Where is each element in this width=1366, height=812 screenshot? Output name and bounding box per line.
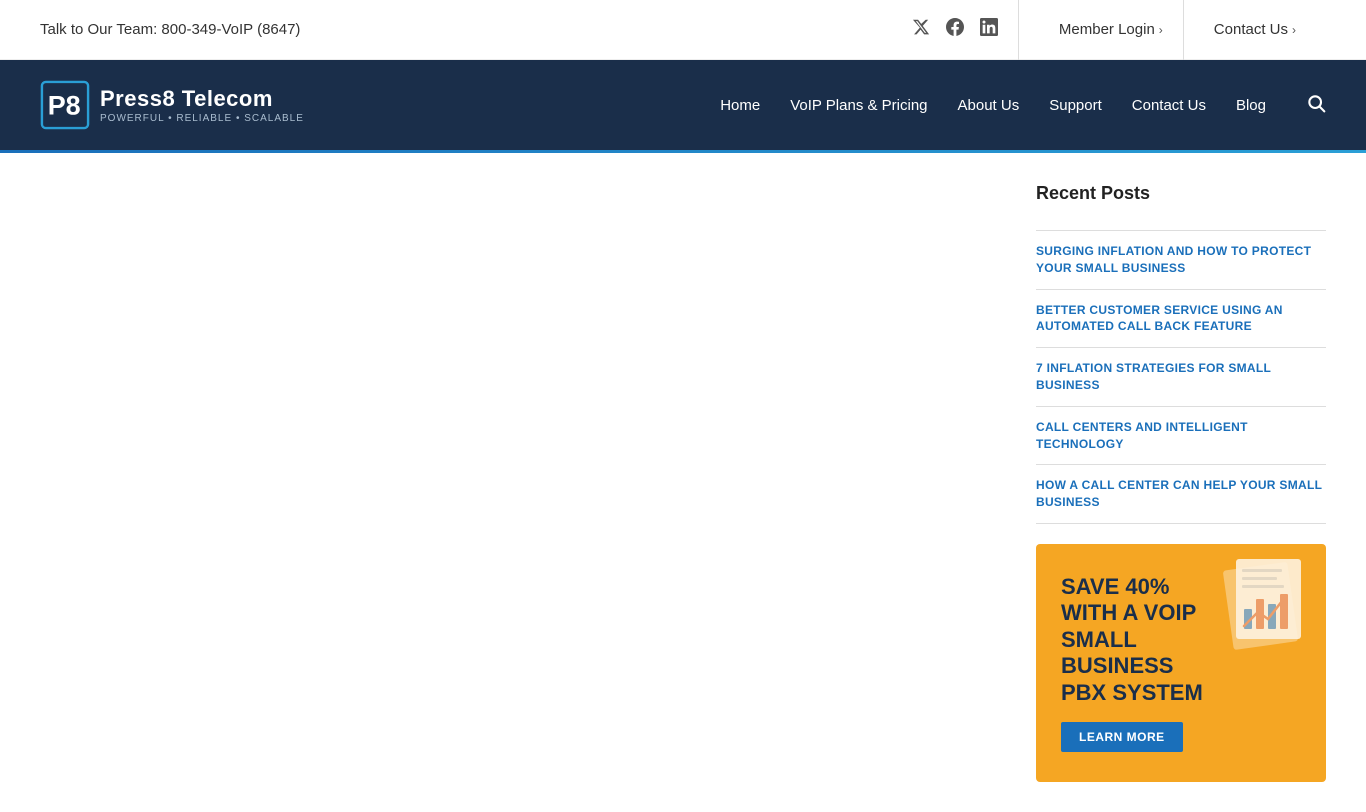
sidebar: Recent Posts SURGING INFLATION AND HOW T…	[1036, 183, 1326, 782]
nav-contact-us[interactable]: Contact Us	[1132, 97, 1206, 114]
divider-social	[1018, 0, 1019, 60]
recent-posts-title: Recent Posts	[1036, 183, 1326, 212]
nav-header: P8 Press8 Telecom POWERFUL • RELIABLE • …	[0, 60, 1366, 150]
top-bar: Talk to Our Team: 800-349-VoIP (8647) Me…	[0, 0, 1366, 60]
list-item: BETTER CUSTOMER SERVICE USING AN AUTOMAT…	[1036, 290, 1326, 349]
linkedin-icon[interactable]	[980, 18, 998, 41]
ad-banner-text: SAVE 40% WITH A VOIP SMALL BUSINESS PBX …	[1061, 574, 1217, 706]
member-login-button[interactable]: Member Login ›	[1039, 21, 1183, 38]
contact-us-top-label: Contact Us	[1214, 21, 1288, 38]
logo-telecom: Telecom	[182, 86, 273, 111]
list-item: 7 INFLATION STRATEGIES FOR SMALL BUSINES…	[1036, 348, 1326, 407]
recent-post-link-3[interactable]: 7 INFLATION STRATEGIES FOR SMALL BUSINES…	[1036, 360, 1326, 394]
recent-posts-list: SURGING INFLATION AND HOW TO PROTECT YOU…	[1036, 230, 1326, 524]
nav-about-us[interactable]: About Us	[958, 97, 1020, 114]
member-login-label: Member Login	[1059, 21, 1155, 38]
recent-post-link-4[interactable]: CALL CENTERS AND INTELLIGENT TECHNOLOGY	[1036, 419, 1326, 453]
recent-post-link-2[interactable]: BETTER CUSTOMER SERVICE USING AN AUTOMAT…	[1036, 302, 1326, 336]
ad-learn-more-button[interactable]: LEARN MORE	[1061, 722, 1183, 752]
content-left	[40, 183, 996, 782]
top-bar-right: Member Login › Contact Us ›	[912, 0, 1326, 60]
logo-brand: Press8 Telecom	[100, 86, 304, 112]
contact-us-top-button[interactable]: Contact Us ›	[1184, 21, 1326, 38]
logo-icon: P8	[40, 80, 90, 130]
contact-us-chevron: ›	[1292, 23, 1296, 37]
facebook-icon[interactable]	[946, 18, 964, 41]
nav-links: Home VoIP Plans & Pricing About Us Suppo…	[720, 93, 1326, 118]
nav-voip-plans[interactable]: VoIP Plans & Pricing	[790, 97, 927, 114]
ad-decoration	[1206, 554, 1316, 689]
list-item: CALL CENTERS AND INTELLIGENT TECHNOLOGY	[1036, 407, 1326, 466]
ad-banner: SAVE 40% WITH A VOIP SMALL BUSINESS PBX …	[1036, 544, 1326, 782]
phone-text: Talk to Our Team: 800-349-VoIP (8647)	[40, 21, 300, 38]
logo-tagline: POWERFUL • RELIABLE • SCALABLE	[100, 113, 304, 124]
recent-post-link-5[interactable]: HOW A CALL CENTER CAN HELP YOUR SMALL BU…	[1036, 477, 1326, 511]
search-icon[interactable]	[1306, 93, 1326, 118]
social-icons	[912, 18, 998, 41]
logo[interactable]: P8 Press8 Telecom POWERFUL • RELIABLE • …	[40, 80, 304, 130]
logo-text: Press8 Telecom POWERFUL • RELIABLE • SCA…	[100, 86, 304, 123]
list-item: SURGING INFLATION AND HOW TO PROTECT YOU…	[1036, 231, 1326, 290]
logo-press8: Press8	[100, 86, 182, 111]
main-content: Recent Posts SURGING INFLATION AND HOW T…	[0, 153, 1366, 812]
nav-home[interactable]: Home	[720, 97, 760, 114]
svg-text:P8: P8	[48, 91, 81, 121]
nav-support[interactable]: Support	[1049, 97, 1102, 114]
recent-post-link-1[interactable]: SURGING INFLATION AND HOW TO PROTECT YOU…	[1036, 243, 1326, 277]
member-login-chevron: ›	[1159, 23, 1163, 37]
nav-blog[interactable]: Blog	[1236, 97, 1266, 114]
list-item: HOW A CALL CENTER CAN HELP YOUR SMALL BU…	[1036, 465, 1326, 524]
twitter-icon[interactable]	[912, 18, 930, 41]
